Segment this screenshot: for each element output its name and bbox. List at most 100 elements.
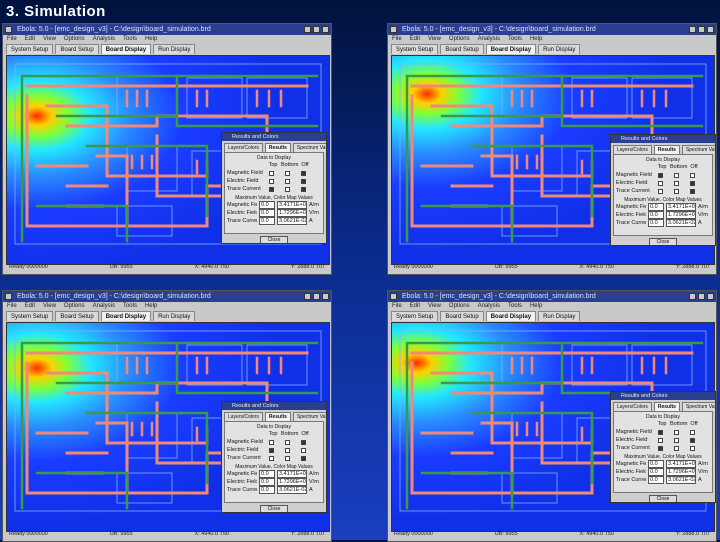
- close-button[interactable]: Close: [649, 495, 677, 502]
- checkbox[interactable]: [301, 447, 306, 453]
- checkbox[interactable]: [658, 445, 663, 451]
- min-field[interactable]: 0.0: [648, 476, 664, 484]
- min-field[interactable]: 0.0: [259, 486, 275, 494]
- dialog-tab[interactable]: Spectrum Values: [681, 145, 715, 154]
- max-field[interactable]: 3.0621E-02: [666, 219, 696, 227]
- tab[interactable]: Board Display: [100, 311, 152, 321]
- max-field[interactable]: 3.0621E-02: [277, 486, 307, 494]
- menu-item[interactable]: Help: [145, 303, 157, 309]
- tab[interactable]: Board Setup: [440, 44, 484, 54]
- checkbox[interactable]: [658, 180, 663, 186]
- dialog-tab[interactable]: Spectrum Values: [292, 143, 326, 152]
- min-field[interactable]: 0.0: [648, 468, 664, 476]
- menu-item[interactable]: View: [428, 36, 441, 42]
- tab[interactable]: Run Display: [153, 311, 196, 321]
- dialog-tab[interactable]: Layers/Colors: [224, 143, 263, 152]
- tab[interactable]: System Setup: [391, 44, 439, 54]
- checkbox[interactable]: [269, 186, 274, 192]
- minimize-icon[interactable]: [304, 26, 311, 33]
- checkbox[interactable]: [269, 439, 274, 445]
- min-field[interactable]: 0.0: [259, 478, 275, 486]
- checkbox[interactable]: [690, 180, 695, 186]
- checkbox[interactable]: [285, 170, 290, 176]
- max-field[interactable]: 3.0621E-02: [666, 476, 696, 484]
- window-titlebar[interactable]: Ebola: 5.0 - [emc_design_v3] - C:\design…: [388, 24, 716, 35]
- min-field[interactable]: 0.0: [259, 209, 275, 217]
- checkbox[interactable]: [674, 172, 679, 178]
- max-field[interactable]: 3.4171E+01: [666, 203, 696, 211]
- close-button[interactable]: Close: [260, 236, 288, 243]
- min-field[interactable]: 0.0: [648, 203, 664, 211]
- checkbox[interactable]: [658, 188, 663, 194]
- checkbox[interactable]: [269, 447, 274, 453]
- dialog-tab[interactable]: Results: [653, 402, 680, 411]
- checkbox[interactable]: [674, 445, 679, 451]
- checkbox[interactable]: [690, 429, 695, 435]
- tab[interactable]: Board Setup: [55, 311, 99, 321]
- checkbox[interactable]: [301, 170, 306, 176]
- menu-item[interactable]: File: [392, 303, 402, 309]
- max-field[interactable]: 3.4171E+01: [277, 201, 307, 209]
- min-field[interactable]: 0.0: [648, 460, 664, 468]
- min-field[interactable]: 0.0: [648, 211, 664, 219]
- menu-item[interactable]: Edit: [25, 303, 35, 309]
- checkbox[interactable]: [658, 172, 663, 178]
- close-button[interactable]: Close: [649, 238, 677, 245]
- dialog-tab[interactable]: Results: [264, 143, 291, 152]
- checkbox[interactable]: [285, 186, 290, 192]
- checkbox[interactable]: [301, 455, 306, 461]
- tab[interactable]: Board Display: [100, 44, 152, 54]
- window-menu-icon[interactable]: [390, 26, 397, 33]
- tab[interactable]: Run Display: [538, 44, 581, 54]
- checkbox[interactable]: [690, 445, 695, 451]
- checkbox[interactable]: [690, 172, 695, 178]
- dialog-tab[interactable]: Layers/Colors: [613, 145, 652, 154]
- window-titlebar[interactable]: Ebola: 5.0 - [emc_design_v3] - C:\design…: [3, 291, 331, 302]
- dialog-tab[interactable]: Spectrum Values: [681, 402, 715, 411]
- menu-item[interactable]: Help: [530, 303, 542, 309]
- menu-item[interactable]: Edit: [25, 36, 35, 42]
- window-menu-icon[interactable]: [5, 293, 12, 300]
- menu-item[interactable]: Analysis: [93, 36, 115, 42]
- minimize-icon[interactable]: [689, 26, 696, 33]
- menu-item[interactable]: Help: [145, 36, 157, 42]
- close-icon[interactable]: [322, 293, 329, 300]
- min-field[interactable]: 0.0: [259, 217, 275, 225]
- menu-item[interactable]: Tools: [123, 36, 137, 42]
- tab[interactable]: Run Display: [538, 311, 581, 321]
- menu-item[interactable]: File: [7, 36, 17, 42]
- checkbox[interactable]: [285, 439, 290, 445]
- tab[interactable]: Board Setup: [55, 44, 99, 54]
- tab[interactable]: Board Display: [485, 44, 537, 54]
- max-field[interactable]: 1.7296E+03: [277, 209, 307, 217]
- menu-item[interactable]: Options: [449, 303, 470, 309]
- maximize-icon[interactable]: [313, 293, 320, 300]
- close-icon[interactable]: [707, 293, 714, 300]
- minimize-icon[interactable]: [304, 293, 311, 300]
- min-field[interactable]: 0.0: [259, 201, 275, 209]
- menu-item[interactable]: Tools: [508, 303, 522, 309]
- window-titlebar[interactable]: Ebola: 5.0 - [emc_design_v3] - C:\design…: [3, 24, 331, 35]
- menu-item[interactable]: Options: [64, 303, 85, 309]
- menu-item[interactable]: Edit: [410, 303, 420, 309]
- menu-item[interactable]: Analysis: [478, 36, 500, 42]
- menu-item[interactable]: Options: [64, 36, 85, 42]
- menu-item[interactable]: View: [43, 303, 56, 309]
- dialog-tab[interactable]: Results: [653, 145, 680, 154]
- max-field[interactable]: 1.7296E+03: [277, 478, 307, 486]
- max-field[interactable]: 3.0621E-02: [277, 217, 307, 225]
- checkbox[interactable]: [301, 178, 306, 184]
- tab[interactable]: System Setup: [6, 44, 54, 54]
- dialog-tab[interactable]: Layers/Colors: [224, 412, 263, 421]
- menu-item[interactable]: File: [7, 303, 17, 309]
- menu-item[interactable]: Analysis: [478, 303, 500, 309]
- min-field[interactable]: 0.0: [259, 470, 275, 478]
- checkbox[interactable]: [674, 180, 679, 186]
- close-icon[interactable]: [707, 26, 714, 33]
- menu-item[interactable]: View: [43, 36, 56, 42]
- menu-item[interactable]: Tools: [508, 36, 522, 42]
- checkbox[interactable]: [690, 188, 695, 194]
- checkbox[interactable]: [674, 188, 679, 194]
- menu-item[interactable]: Analysis: [93, 303, 115, 309]
- close-button[interactable]: Close: [260, 505, 288, 512]
